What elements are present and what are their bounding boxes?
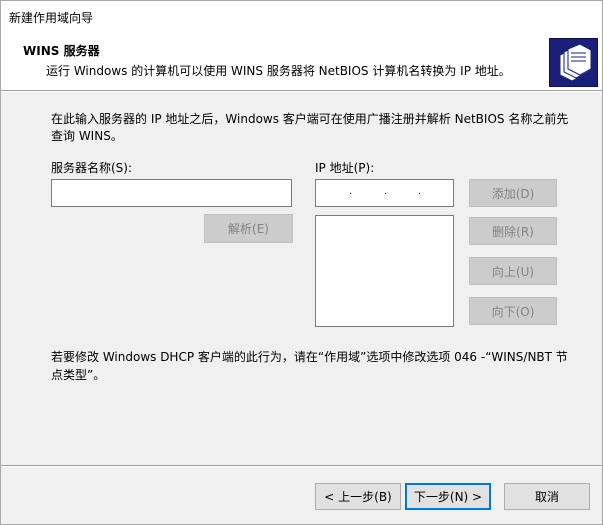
header-divider [1, 90, 602, 92]
move-up-button[interactable]: 向上(U) [469, 257, 557, 285]
server-name-input[interactable] [51, 179, 292, 207]
ip-separator: . [384, 186, 388, 197]
footer-divider [1, 465, 602, 467]
add-button[interactable]: 添加(D) [469, 179, 557, 207]
page-title: WINS 服务器 [23, 44, 100, 58]
back-button[interactable]: < 上一步(B) [315, 483, 401, 510]
note-text: 若要修改 Windows DHCP 客户端的此行为，请在“作用域”选项中修改选项… [51, 350, 568, 382]
ip-address-input[interactable]: . . . [315, 179, 454, 207]
title-bar: 新建作用域向导 [1, 1, 602, 32]
remove-button[interactable]: 删除(R) [469, 217, 557, 245]
ip-address-list[interactable] [315, 215, 454, 327]
resolve-button[interactable]: 解析(E) [204, 214, 293, 243]
page-subtitle: 运行 Windows 的计算机可以使用 WINS 服务器将 NetBIOS 计算… [46, 64, 511, 78]
server-name-label: 服务器名称(S): [51, 161, 133, 175]
cancel-button[interactable]: 取消 [504, 483, 590, 510]
ip-separator: . [349, 186, 353, 197]
ip-separator: . [418, 186, 422, 197]
description-text: 在此输入服务器的 IP 地址之后，Windows 客户端可在使用广播注册并解析 … [51, 112, 569, 143]
window-title: 新建作用域向导 [9, 11, 94, 25]
wizard-header: WINS 服务器 运行 Windows 的计算机可以使用 WINS 服务器将 N… [1, 32, 602, 90]
wizard-window: 新建作用域向导 WINS 服务器 运行 Windows 的计算机可以使用 WIN… [0, 0, 603, 525]
next-button[interactable]: 下一步(N) > [405, 483, 491, 510]
move-down-button[interactable]: 向下(O) [469, 297, 557, 325]
ip-address-label: IP 地址(P): [315, 161, 375, 175]
folders-icon [549, 38, 598, 87]
